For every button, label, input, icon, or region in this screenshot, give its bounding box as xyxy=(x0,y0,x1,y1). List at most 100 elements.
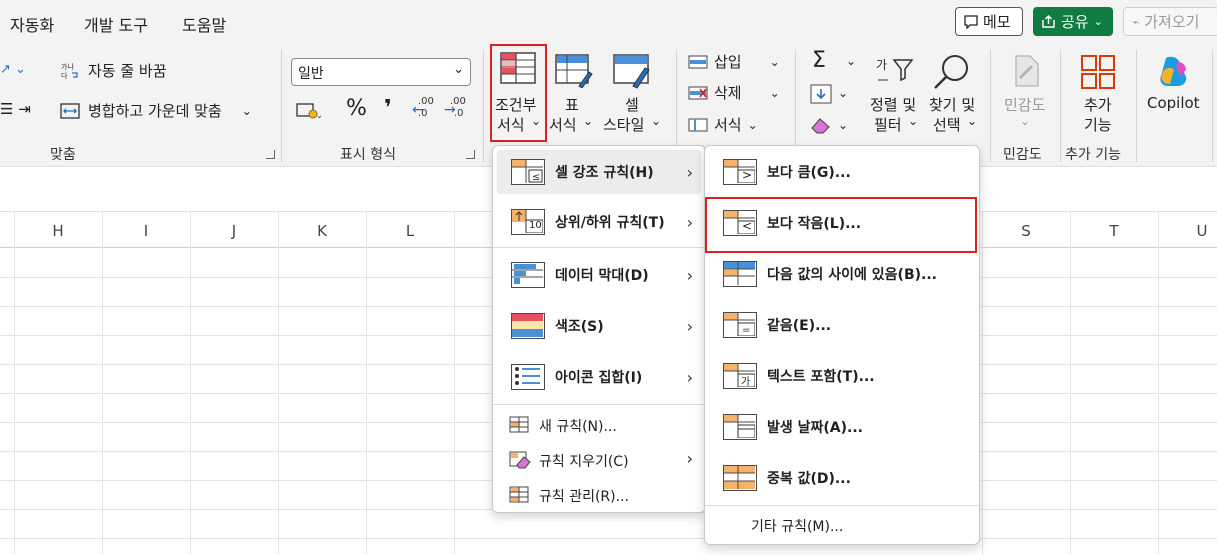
find-label-line1: 찾기 및 xyxy=(929,96,976,114)
merge-center-icon xyxy=(60,102,80,119)
greater-than-label: 보다 큼(G)... xyxy=(767,165,851,181)
column-header-i[interactable]: I xyxy=(136,222,156,240)
comma-style-button[interactable]: ❜ xyxy=(384,96,392,121)
divider xyxy=(483,50,484,162)
menu-item-date-occurring[interactable]: 발생 날짜(A)... xyxy=(709,405,975,449)
number-format-value: 일반 xyxy=(298,66,324,82)
column-header-j[interactable]: J xyxy=(224,222,244,240)
menu-item-more-rules[interactable]: 기타 규칙(M)... xyxy=(709,508,975,542)
format-as-table-button[interactable]: 표 서식 ⌄ xyxy=(549,46,601,142)
menu-item-equal-to[interactable]: = 같음(E)... xyxy=(709,303,975,347)
menu-item-new-rule[interactable]: 새 규칙(N)... xyxy=(497,408,701,442)
top-bottom-rules-label: 상위/하위 규칙(T) xyxy=(555,215,665,231)
text-contains-glyph: 가 xyxy=(741,377,751,388)
insert-cells-button[interactable]: 삽입 ⌄ xyxy=(688,51,780,72)
chevron-down-icon[interactable]: ⌄ xyxy=(846,54,856,68)
svg-text:≤: ≤ xyxy=(532,172,540,183)
wrap-text-button[interactable]: 가나 다 자동 줄 바꿈 xyxy=(60,60,167,81)
accounting-format-icon[interactable]: ⌄ xyxy=(296,100,322,120)
import-button[interactable]: ⌁ 가져오기 xyxy=(1123,7,1217,36)
indent-icon[interactable]: ☰ ⇥ xyxy=(0,100,31,118)
percent-button[interactable]: % xyxy=(346,96,367,121)
menu-item-top-bottom-rules[interactable]: 10 상위/하위 규칙(T) › xyxy=(497,200,701,244)
svg-text:⌄: ⌄ xyxy=(316,111,322,120)
delete-cells-button[interactable]: 삭제 ⌄ xyxy=(688,82,780,103)
menu-item-data-bars[interactable]: 데이터 막대(D) › xyxy=(497,253,701,297)
menu-item-clear-rules[interactable]: 규칙 지우기(C) › xyxy=(497,443,701,477)
eraser-icon[interactable] xyxy=(810,116,832,134)
conditional-formatting-highlight xyxy=(490,44,547,142)
column-header-h[interactable]: H xyxy=(48,222,68,240)
column-header-k[interactable]: K xyxy=(312,222,332,240)
menu-item-manage-rules[interactable]: 규칙 관리(R)... xyxy=(497,478,701,512)
new-rule-icon xyxy=(509,416,529,433)
format-cells-icon xyxy=(688,118,708,131)
tab-developer[interactable]: 개발 도구 xyxy=(84,12,148,36)
autosum-icon[interactable]: Σ xyxy=(812,48,826,73)
find-select-button[interactable]: 찾기 및 선택 ⌄ xyxy=(925,46,985,142)
date-occurring-label: 발생 날짜(A)... xyxy=(767,420,863,436)
number-format-select[interactable]: 일반 ⌄ xyxy=(291,58,471,86)
svg-text:=: = xyxy=(742,325,750,336)
divider xyxy=(990,50,991,162)
divider xyxy=(1060,50,1061,162)
wrap-text-icon: 가나다 xyxy=(61,62,78,80)
format-cells-label: 서식 xyxy=(714,116,742,134)
top-bottom-rules-icon: 10 xyxy=(511,209,545,235)
copilot-icon xyxy=(1160,56,1187,86)
greater-than-glyph: > xyxy=(742,168,753,182)
column-header-s[interactable]: S xyxy=(1016,222,1036,240)
between-label: 다음 값의 사이에 있음(B)... xyxy=(767,267,937,283)
number-launcher-icon[interactable] xyxy=(466,150,475,159)
column-header-u[interactable]: U xyxy=(1192,222,1212,240)
chevron-right-icon: › xyxy=(686,162,693,182)
merge-center-button[interactable]: 병합하고 가운데 맞춤 ⌄ xyxy=(60,100,252,121)
chevron-right-icon: › xyxy=(686,449,693,468)
orientation-icon[interactable]: ↗ ⌄ xyxy=(0,62,26,77)
menu-item-icon-sets[interactable]: 아이콘 집합(I) › xyxy=(497,355,701,399)
column-header-l[interactable]: L xyxy=(400,222,420,240)
cell-styles-button[interactable]: 셀 스타일 ⌄ xyxy=(603,46,663,142)
highlight-rules-label: 셀 강조 규칙(H) xyxy=(555,165,654,181)
chevron-down-icon: ⌄ xyxy=(453,62,464,77)
chevron-right-icon: › xyxy=(686,316,693,336)
chevron-down-icon: ⌄ xyxy=(747,117,758,132)
alignment-launcher-icon[interactable] xyxy=(266,150,275,159)
table-label-line1: 표 xyxy=(565,96,579,114)
format-table-icon xyxy=(555,54,593,88)
decrease-decimal-button[interactable]: .00 → .0 xyxy=(444,96,470,122)
fill-down-icon[interactable] xyxy=(810,84,832,104)
addins-grid-icon xyxy=(1081,55,1115,89)
chevron-down-icon[interactable]: ⌄ xyxy=(838,86,848,100)
text-contains-icon: 가 xyxy=(723,363,757,389)
icon-sets-icon xyxy=(511,364,545,390)
menu-item-duplicate-values[interactable]: 중복 값(D)... xyxy=(709,456,975,500)
sort-filter-button[interactable]: 가 정렬 및 필터 ⌄ xyxy=(866,46,926,142)
menu-item-text-contains[interactable]: 가 텍스트 포함(T)... xyxy=(709,354,975,398)
sensitivity-group-label: 민감도 xyxy=(1003,147,1042,163)
chevron-down-icon: ⌄ xyxy=(1093,15,1103,28)
between-icon xyxy=(723,261,757,287)
menu-item-color-scales[interactable]: 색조(S) › xyxy=(497,304,701,348)
new-rule-label: 새 규칙(N)... xyxy=(539,419,617,435)
chevron-down-icon[interactable]: ⌄ xyxy=(242,104,252,118)
menu-item-highlight-rules[interactable]: ≤ 셀 강조 규칙(H) › xyxy=(497,150,701,194)
chevron-down-icon: ⌄ xyxy=(908,114,919,128)
column-header-t[interactable]: T xyxy=(1104,222,1124,240)
copilot-button[interactable]: Copilot xyxy=(1142,46,1206,142)
tab-help[interactable]: 도움말 xyxy=(182,12,226,36)
activity-icon: ⌁ xyxy=(1132,14,1140,29)
tab-automate[interactable]: 자동화 xyxy=(10,12,54,36)
cell-styles-label-line1: 셀 xyxy=(625,96,639,114)
sensitivity-button[interactable]: 민감도 ⌄ xyxy=(998,46,1056,142)
addins-button[interactable]: 추가 기능 xyxy=(1068,46,1128,142)
increase-decimal-button[interactable]: .00 ← .0 xyxy=(412,96,438,122)
memo-button[interactable]: 메모 xyxy=(955,7,1023,36)
menu-item-greater-than[interactable]: > 보다 큼(G)... xyxy=(709,150,975,194)
menu-item-between[interactable]: 다음 값의 사이에 있음(B)... xyxy=(709,252,975,296)
sort-label-line2: 필터 xyxy=(874,116,902,134)
share-button[interactable]: 공유 ⌄ xyxy=(1033,7,1113,36)
data-bars-label: 데이터 막대(D) xyxy=(555,268,649,284)
chevron-down-icon[interactable]: ⌄ xyxy=(838,118,848,132)
format-cells-button[interactable]: 서식 ⌄ xyxy=(688,114,758,135)
